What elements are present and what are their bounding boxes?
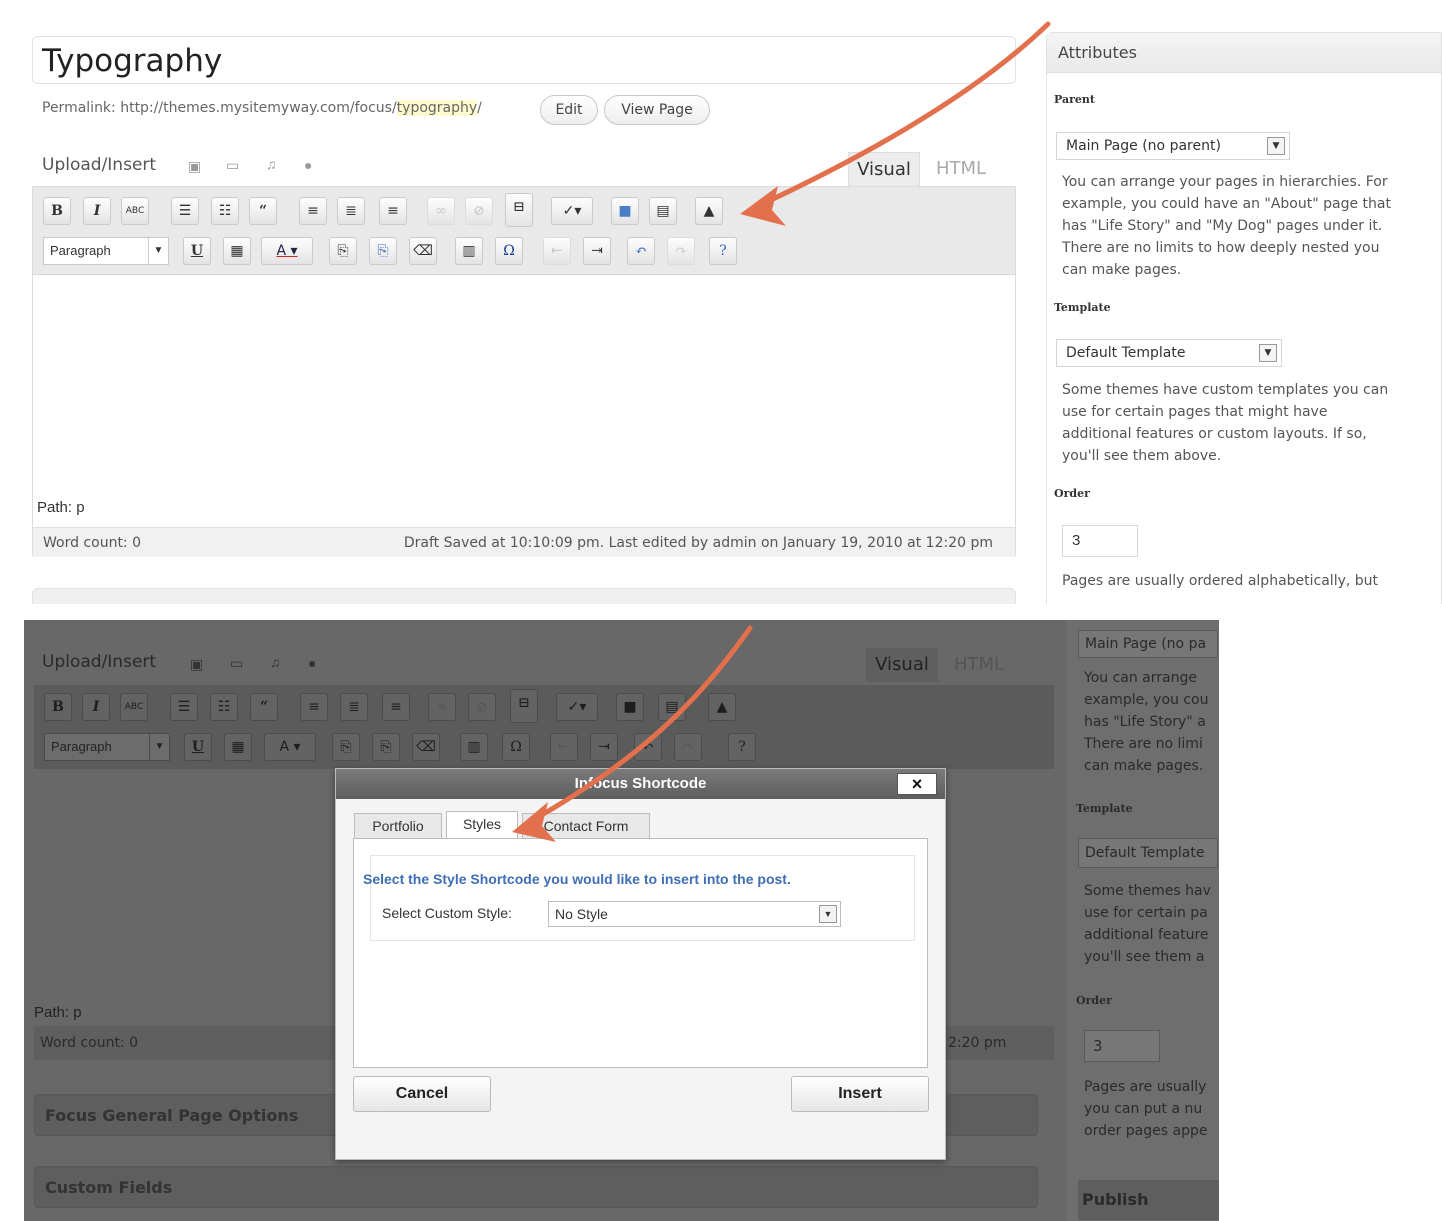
arrow-to-styles-tab (512, 625, 753, 842)
arrow-to-shortcode-button (740, 21, 1051, 226)
annotation-arrows (512, 21, 1051, 842)
